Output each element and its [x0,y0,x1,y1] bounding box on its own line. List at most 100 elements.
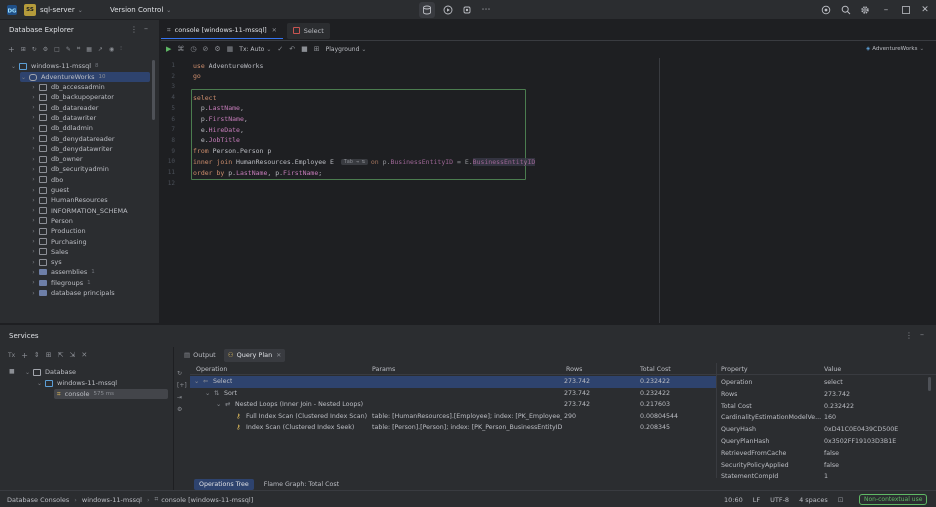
add-icon[interactable]: + [8,45,15,54]
rollback-icon[interactable]: ↶ [289,45,295,53]
tree-item[interactable]: › Purchasing [30,237,86,247]
search-icon[interactable] [840,4,852,16]
tree-item[interactable]: › db_datareader [30,103,98,113]
stop-icon[interactable]: ■ [301,45,308,53]
code-line[interactable]: p. FirstName, [193,114,248,125]
breadcrumb-item[interactable]: console [windows-11-mssql] [161,496,253,504]
property-row[interactable]: QueryPlanHash 0x3502FF19103D3B1E [717,436,925,448]
code-editor[interactable]: 1 use AdventureWorks 2 go 3 4 select 5 p. LastNa… [161,58,936,323]
column-header[interactable]: Operation [196,366,227,373]
database-icon[interactable] [419,2,435,18]
tree-item[interactable]: › guest [30,185,69,195]
refresh-icon[interactable]: ↻ [177,367,182,379]
code-line[interactable]: go [193,71,201,82]
tx-icon[interactable]: Tx [8,352,15,359]
jump-icon[interactable]: ↗ [98,46,103,53]
tree-item[interactable]: › db_securityadmin [30,164,109,174]
filter-icon[interactable]: ⫶ [120,45,122,53]
project-selector[interactable]: SS sql-server ⌄ [24,3,83,17]
tab-select[interactable]: Select [286,22,330,39]
chevron-down-icon[interactable]: ⌄ [216,401,221,408]
close-icon[interactable]: ✕ [81,351,87,359]
table-icon[interactable]: ⊞ [314,45,320,53]
breadcrumb-item[interactable]: windows-11-mssql [82,496,142,504]
tab-console[interactable]: ⌗ console [windows-11-mssql] ✕ [161,22,283,39]
table-row[interactable]: ⌄ ⇅ Sort 273.742 0.232422 [190,388,716,400]
code-line[interactable]: from Person.Person p [193,146,271,157]
refresh-icon[interactable]: ↻ [32,46,37,53]
hide-panel-icon[interactable]: – [144,24,148,33]
table-row[interactable]: ⌄ ⇐ Select 273.742 0.232422 [190,376,716,388]
property-row[interactable]: RetrievedFromCache false [717,448,925,460]
chevron-down-icon[interactable]: ⌄ [205,390,210,397]
playground-selector[interactable]: Playground ⌄ [326,46,367,53]
tab-operations-tree[interactable]: Operations Tree [194,478,254,490]
debug-icon[interactable] [459,2,475,18]
tree-item[interactable]: › Production [30,226,85,236]
tree-item[interactable]: › db_denydatawriter [30,144,112,154]
panel-options-icon[interactable]: ⋮ [905,331,913,340]
lock-icon[interactable]: ⊡ [838,496,844,504]
tree-item[interactable]: › db_owner [30,154,82,164]
close-window-icon[interactable]: ✕ [919,3,931,17]
minimize-icon[interactable]: – [880,3,892,17]
table-view-icon[interactable]: ▦ [227,45,234,53]
settings-gear-icon[interactable]: ⚙ [177,403,182,415]
tx-mode-selector[interactable]: Tx: Auto ⌄ [239,46,271,53]
check-icon[interactable]: ✓ [277,45,283,53]
history-icon[interactable]: ◷ [190,45,196,53]
property-row[interactable]: Operation select [717,377,925,389]
properties-icon[interactable]: ⚙ [43,46,48,53]
view-icon[interactable]: ◉ [109,46,114,53]
tree-item[interactable]: › Sales [30,247,68,257]
table-row[interactable]: ⚷ Full Index Scan (Clustered Index Scan) t… [190,411,716,423]
console-icon[interactable]: ⌗ [77,45,80,53]
stop-icon[interactable]: □ [54,46,60,53]
edit-icon[interactable]: ✎ [66,46,71,53]
column-header[interactable]: Property [721,366,748,373]
tree-database-selected[interactable]: ⌄ AdventureWorks 10 [20,72,150,82]
column-header[interactable]: Rows [566,366,582,373]
code-line[interactable]: inner join HumanResources.Employee E Tab… [161,156,536,168]
property-row[interactable]: CardinalityEstimationModelVe... 160 [717,412,925,424]
tab-query-plan[interactable]: ⚇ Query Plan ✕ [223,348,286,362]
vcs-selector[interactable]: Version Control ⌄ [110,3,171,17]
usage-badge[interactable]: Non-contextual use [859,494,928,505]
expand-icon[interactable]: [+] [177,379,187,391]
more-icon[interactable]: ⋯ [478,2,494,18]
collapse-icon[interactable]: ⇲ [70,351,76,359]
table-icon[interactable]: ▦ [86,46,92,53]
property-row[interactable]: Rows 273.742 [717,389,925,401]
export-icon[interactable]: ⇥ [177,391,182,403]
caret-position[interactable]: 10:60 [724,496,743,504]
code-line[interactable]: select [193,92,216,103]
close-tab-icon[interactable]: ✕ [272,27,277,34]
property-row[interactable]: Total Cost 0.232422 [717,401,925,413]
completion-hint[interactable]: Tab ⇥ ↹ [340,158,368,165]
tree-item[interactable]: › db_backupoperator [30,92,114,102]
services-tree-database[interactable]: ⌄ Database [24,367,76,377]
tree-item[interactable]: › HumanResources [30,195,107,205]
run-icon[interactable] [440,2,456,18]
column-header[interactable]: Total Cost [640,366,671,373]
column-header[interactable]: Value [824,366,841,373]
code-line[interactable]: e. HireDate, [193,124,244,135]
tab-flame-graph[interactable]: Flame Graph: Total Cost [262,479,341,490]
sidebar-scrollbar[interactable] [152,60,155,120]
services-tree-connection[interactable]: ⌄ windows-11-mssql [36,378,117,388]
code-line[interactable]: use AdventureWorks [193,60,263,71]
tree-item[interactable]: › db_accessadmin [30,82,104,92]
code-line[interactable]: order by p. LastName, p. FirstName; [193,167,322,178]
tree-item[interactable]: › dbo [30,175,63,185]
file-encoding[interactable]: UTF-8 [770,496,789,504]
new-folder-icon[interactable]: ⊞ [21,46,26,53]
indent-setting[interactable]: 4 spaces [799,496,828,504]
properties-scrollbar[interactable] [928,377,931,391]
ai-assistant-icon[interactable] [820,4,832,16]
tree-item[interactable]: › db_denydatareader [30,134,114,144]
column-header[interactable]: Params [372,366,395,373]
execute-icon[interactable]: ▶ [166,45,171,53]
expand-all-icon[interactable]: ⇕ [34,351,40,359]
tree-item[interactable]: › db_datawriter [30,113,96,123]
code-line[interactable]: p. LastName, [193,103,244,114]
